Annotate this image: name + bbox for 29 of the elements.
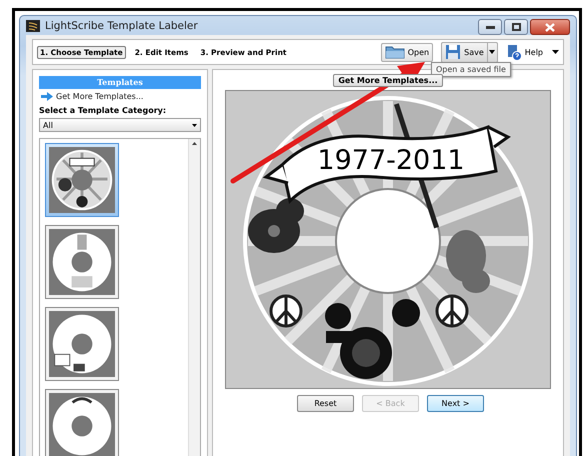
scroll-up-icon[interactable] (192, 142, 197, 145)
maximize-button[interactable] (504, 19, 528, 35)
app-logo-icon (26, 20, 40, 32)
nav-button[interactable]: Reset (297, 395, 354, 412)
get-more-templates-link[interactable]: Get More Templates... (41, 92, 144, 101)
caret-icon (192, 124, 197, 126)
minimize-button[interactable] (478, 19, 502, 35)
help-book-icon (506, 44, 522, 60)
disc-title: 1977-2011 (317, 145, 465, 176)
minimize-icon (486, 26, 494, 28)
category-dropdown[interactable]: All (39, 118, 201, 132)
panel-header: Templates (39, 76, 201, 89)
category-label: Select a Template Category: (39, 106, 168, 115)
save-split-button[interactable]: Save (441, 42, 498, 62)
folder-icon (384, 45, 405, 59)
get-more-templates-button[interactable]: Get More Templates... (333, 74, 443, 87)
help-menu-button[interactable]: Help (506, 44, 559, 60)
caret-icon (552, 50, 559, 54)
close-button[interactable] (530, 19, 570, 35)
right-arrow-icon (41, 92, 53, 101)
open-button[interactable]: Open (380, 42, 434, 62)
scrollbar[interactable] (188, 139, 200, 456)
caret-icon (489, 50, 496, 54)
save-button[interactable]: Save (442, 42, 487, 62)
nav-button[interactable]: Next > (427, 395, 484, 412)
window-title: LightScribe Template Labeler (45, 20, 199, 32)
close-icon (545, 22, 555, 32)
maximize-icon (512, 23, 520, 31)
tooltip: Open a saved file (431, 62, 511, 77)
